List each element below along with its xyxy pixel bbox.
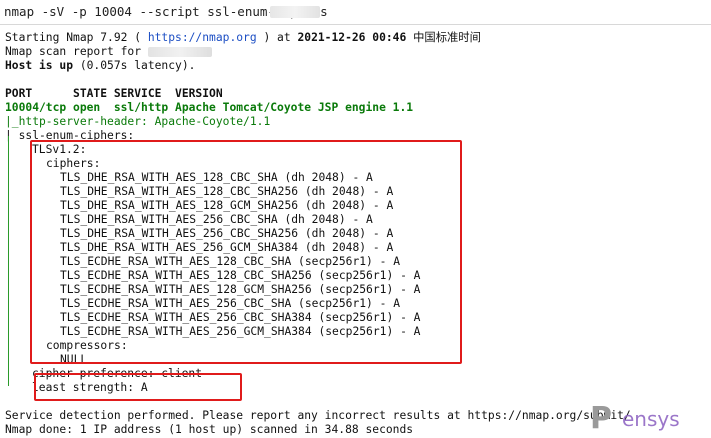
redacted-target (147, 47, 212, 57)
detection-line: Service detection performed. Please repo… (5, 409, 631, 422)
nmap-link[interactable]: https://nmap.org (148, 31, 257, 44)
done-line: Nmap done: 1 IP address (1 host up) scan… (5, 423, 414, 436)
watermark-text: ensys (622, 407, 680, 431)
tree-connector (8, 136, 9, 386)
port-line: 10004/tcp open ssl/http Apache Tomcat/Co… (5, 101, 414, 114)
start-line: Starting Nmap 7.92 ( https://nmap.org ) … (5, 31, 481, 44)
watermark-logo: P ensys (590, 402, 708, 436)
command-bar: nmap -sV -p 10004 --script ssl-enum-ciph… (0, 0, 711, 25)
least-strength-highlight-box (34, 373, 242, 401)
column-headers: PORT STATE SERVICE VERSION (5, 87, 223, 100)
watermark-p-icon: P (590, 401, 612, 436)
http-header-line: |_http-server-header: Apache-Coyote/1.1 (5, 115, 271, 128)
redacted-host (270, 6, 320, 18)
report-line: Nmap scan report for (5, 45, 212, 59)
host-up-line: Host is up (0.057s latency). (5, 59, 196, 72)
tls-highlight-box (30, 140, 462, 364)
